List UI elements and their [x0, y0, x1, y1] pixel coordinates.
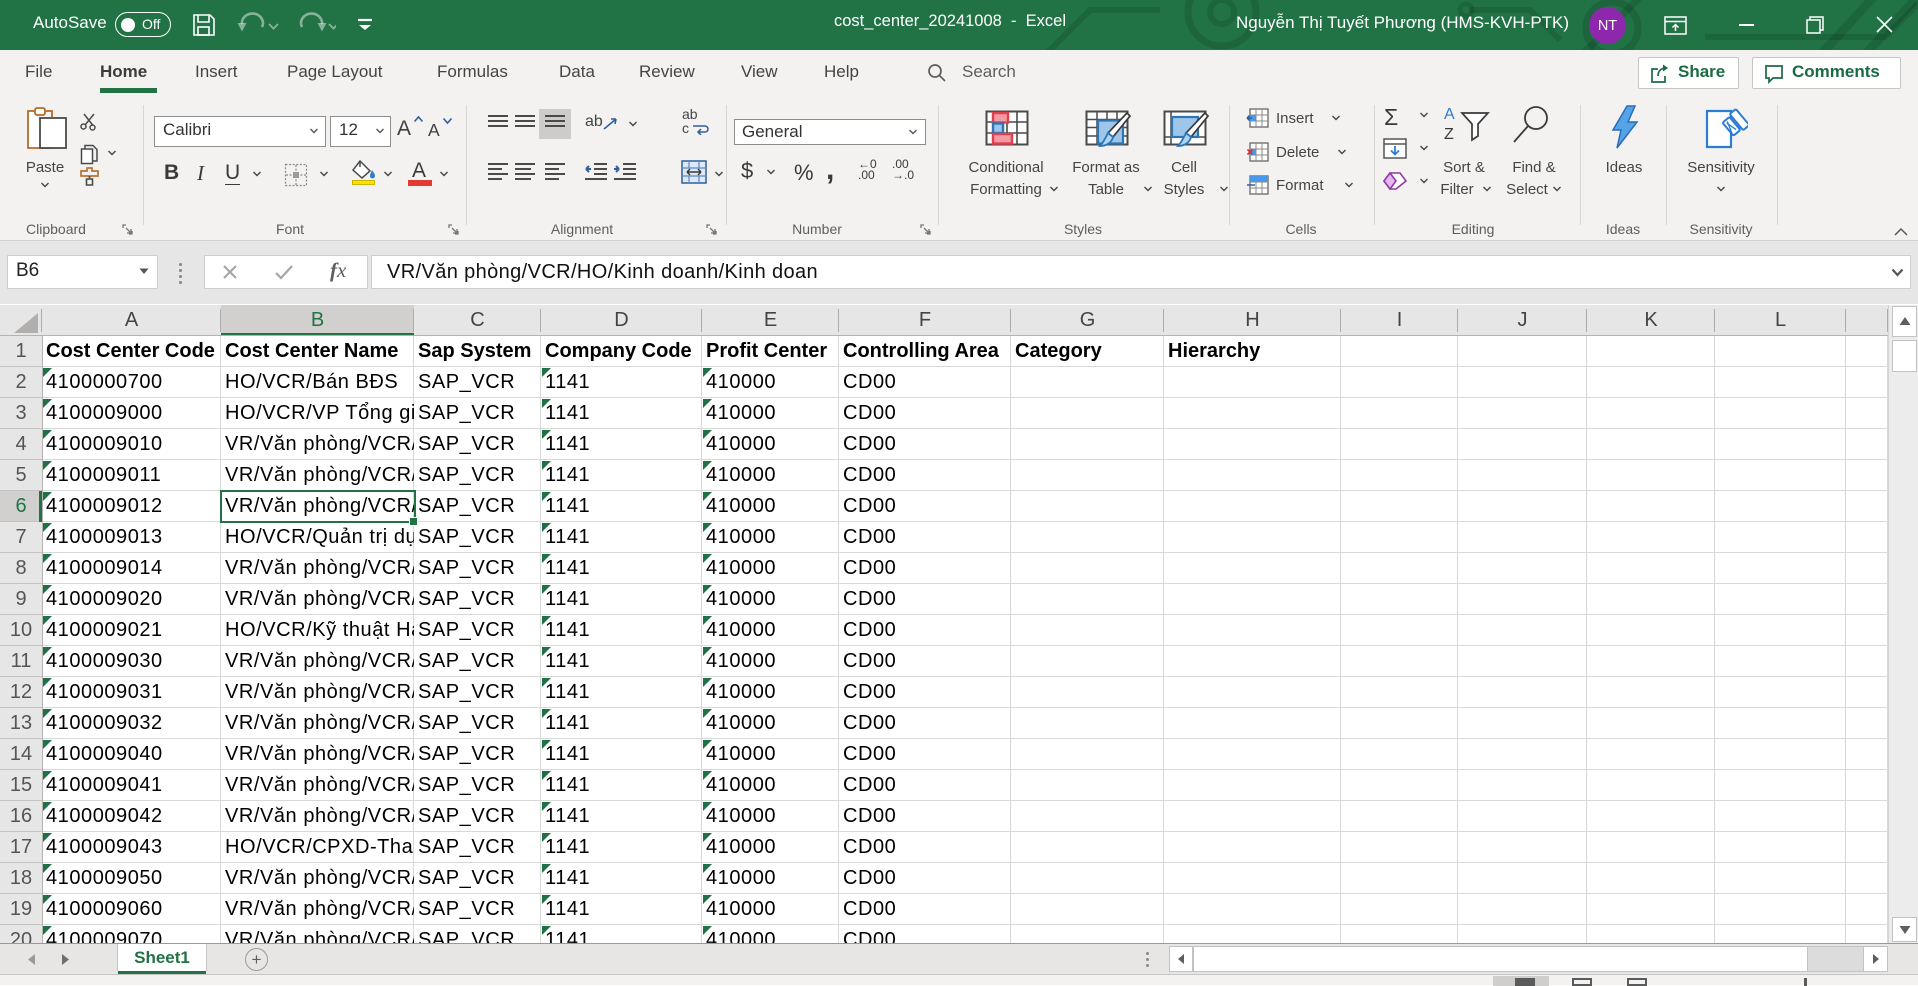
svg-text:A: A [1444, 106, 1455, 123]
svg-text:Z: Z [1444, 126, 1454, 143]
